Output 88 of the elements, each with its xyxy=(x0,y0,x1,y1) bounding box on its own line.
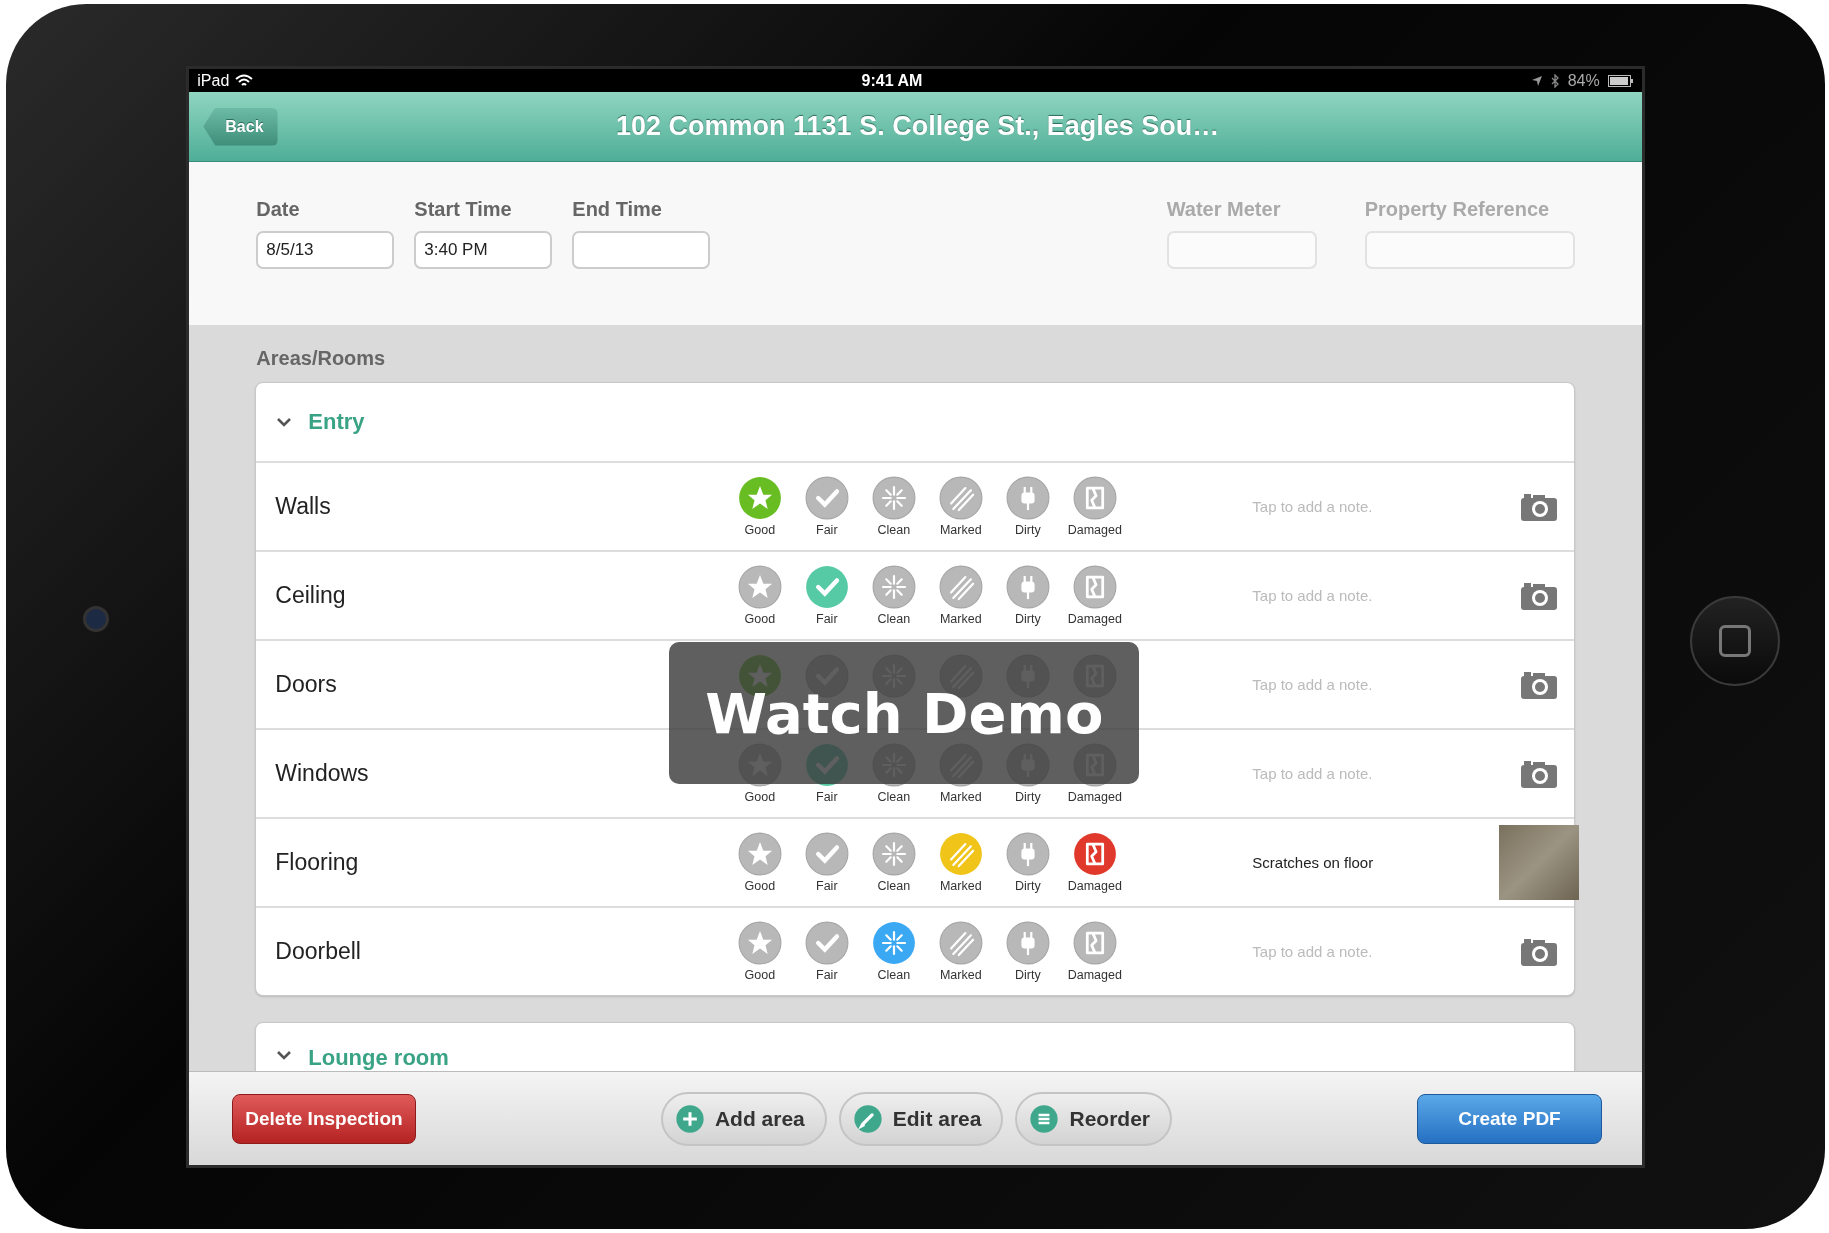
input-field[interactable]: 3:40 PM xyxy=(414,231,553,269)
rating-button[interactable]: Fair xyxy=(793,565,861,626)
note-field[interactable]: Tap to add a note. xyxy=(1250,675,1485,694)
action-button[interactable]: Reorder xyxy=(1015,1091,1172,1146)
sparkle-icon xyxy=(871,565,916,609)
input-field[interactable]: 8/5/13 xyxy=(256,231,395,269)
item-name: Walls xyxy=(274,493,332,520)
location-arrow-icon xyxy=(1530,74,1543,87)
action-button[interactable]: Edit area xyxy=(838,1091,1004,1146)
rating-button[interactable]: Dirty xyxy=(994,476,1062,537)
sparkle-icon xyxy=(871,921,916,965)
action-button[interactable]: Add area xyxy=(660,1091,827,1146)
item-name: Ceiling xyxy=(274,582,347,609)
item-name: Doors xyxy=(274,671,338,698)
pencil-icon xyxy=(852,1103,883,1134)
slashes-icon xyxy=(938,921,983,965)
plug-icon xyxy=(1005,476,1050,520)
checkmark-icon xyxy=(804,921,849,965)
rating-button[interactable]: Clean xyxy=(860,476,928,537)
input-field[interactable] xyxy=(572,231,711,269)
camera-icon[interactable] xyxy=(1520,669,1559,700)
wifi-icon xyxy=(235,73,254,88)
rating-button[interactable]: Marked xyxy=(927,476,995,537)
rating-button[interactable]: Good xyxy=(726,921,794,982)
camera-lens xyxy=(83,606,110,632)
carrier-label: iPad xyxy=(197,71,230,90)
checkmark-icon xyxy=(804,832,849,876)
rating-button[interactable]: Marked xyxy=(927,565,995,626)
rating-button[interactable]: Damaged xyxy=(1061,565,1129,626)
sparkle-icon xyxy=(871,476,916,520)
camera-icon[interactable] xyxy=(1520,758,1559,789)
rating-button[interactable]: Dirty xyxy=(994,921,1062,982)
rating-button[interactable]: Marked xyxy=(927,921,995,982)
slashes-icon xyxy=(938,565,983,609)
field-label: Start Time xyxy=(414,198,513,221)
rating-button[interactable]: Fair xyxy=(793,832,861,893)
checkmark-icon xyxy=(804,565,849,609)
list-icon xyxy=(1029,1103,1060,1134)
rating-button[interactable]: Dirty xyxy=(994,565,1062,626)
plug-icon xyxy=(1005,832,1050,876)
cracked-panel-icon xyxy=(1072,565,1117,609)
camera-icon[interactable] xyxy=(1520,580,1559,611)
field-label: Date xyxy=(256,198,301,221)
slashes-icon xyxy=(938,832,983,876)
watch-demo-dialog[interactable]: Watch Demo xyxy=(669,642,1140,784)
rating-button[interactable]: Good xyxy=(726,832,794,893)
field-label: Water Meter xyxy=(1166,198,1282,221)
note-field[interactable]: Scratches on floor xyxy=(1250,853,1485,872)
rating-button[interactable]: Damaged xyxy=(1061,476,1129,537)
item-name: Doorbell xyxy=(274,938,362,965)
rating-button[interactable]: Damaged xyxy=(1061,832,1129,893)
note-field[interactable]: Tap to add a note. xyxy=(1250,764,1485,783)
rating-button[interactable]: Marked xyxy=(927,832,995,893)
item-name: Flooring xyxy=(274,849,360,876)
rating-button[interactable]: Clean xyxy=(860,565,928,626)
rating-button[interactable]: Clean xyxy=(860,832,928,893)
battery-icon xyxy=(1607,74,1634,87)
rating-button[interactable]: Dirty xyxy=(994,832,1062,893)
page-title: 102 Common 1131 S. College St., Eagles Sou… xyxy=(615,111,1221,142)
note-field[interactable]: Tap to add a note. xyxy=(1250,586,1485,605)
camera-icon[interactable] xyxy=(1520,491,1559,522)
rating-button[interactable]: Good xyxy=(726,565,794,626)
field-label: Property Reference xyxy=(1364,198,1551,221)
create-pdf-button[interactable]: Create PDF xyxy=(1417,1093,1602,1144)
rating-button[interactable]: Damaged xyxy=(1061,921,1129,982)
rating-button[interactable]: Clean xyxy=(860,921,928,982)
bluetooth-icon xyxy=(1550,73,1560,88)
delete-button[interactable]: Delete Inspection xyxy=(232,1093,416,1144)
slashes-icon xyxy=(938,476,983,520)
cracked-panel-icon xyxy=(1072,832,1117,876)
plug-icon xyxy=(1005,921,1050,965)
checkmark-icon xyxy=(804,476,849,520)
item-name: Windows xyxy=(274,760,370,787)
note-field[interactable]: Tap to add a note. xyxy=(1250,497,1485,516)
cracked-panel-icon xyxy=(1072,476,1117,520)
field-label: End Time xyxy=(572,198,663,221)
rating-button[interactable]: Fair xyxy=(793,921,861,982)
sparkle-icon xyxy=(871,832,916,876)
plus-icon xyxy=(674,1103,705,1134)
section-label: Areas/Rooms xyxy=(255,346,387,371)
clock: 9:41 AM xyxy=(860,71,924,90)
note-field[interactable]: Tap to add a note. xyxy=(1250,942,1485,961)
rating-button[interactable]: Fair xyxy=(793,476,861,537)
camera-icon[interactable] xyxy=(1520,936,1559,967)
battery-percentage: 84% xyxy=(1567,71,1600,90)
plug-icon xyxy=(1005,565,1050,609)
rating-button[interactable]: Good xyxy=(726,476,794,537)
cracked-panel-icon xyxy=(1072,921,1117,965)
